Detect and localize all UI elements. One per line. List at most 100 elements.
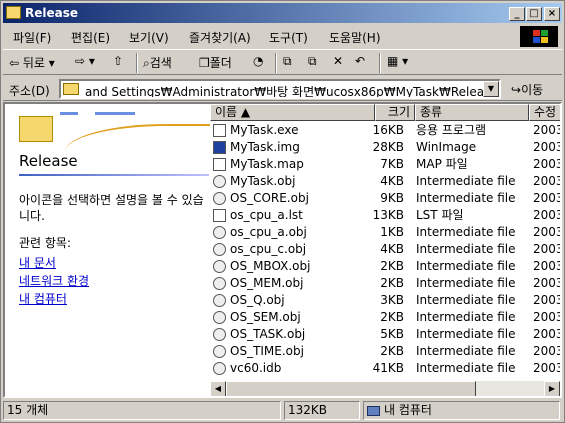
undo-button[interactable]: ↶ bbox=[355, 54, 365, 68]
address-value: and Settings₩Administrator₩바탕 화면₩ucosx86… bbox=[85, 85, 498, 99]
decor-line bbox=[60, 112, 78, 115]
menu-edit[interactable]: 편집(E) bbox=[71, 29, 110, 46]
copy-to-button[interactable]: ⧉ bbox=[308, 54, 317, 69]
file-type: Intermediate file bbox=[416, 276, 516, 290]
status-location: 내 컴퓨터 bbox=[363, 401, 560, 420]
toolbar-separator bbox=[379, 53, 381, 73]
toolbar-separator bbox=[275, 53, 277, 73]
go-label: 이동 bbox=[521, 83, 544, 97]
go-button[interactable]: ↪이동 bbox=[511, 81, 543, 98]
file-row[interactable]: OS_SEM.obj 2KB Intermediate file 2003- bbox=[210, 309, 560, 326]
menu-help[interactable]: 도움말(H) bbox=[329, 29, 381, 46]
file-row[interactable]: OS_TIME.obj 2KB Intermediate file 2003- bbox=[210, 343, 560, 360]
folders-label: 폴더 bbox=[209, 56, 232, 70]
column-name-label: 이름 bbox=[215, 105, 238, 119]
file-row[interactable]: os_cpu_a.obj 1KB Intermediate file 2003- bbox=[210, 224, 560, 241]
obj-icon bbox=[213, 277, 226, 290]
column-header-size[interactable]: 크기 bbox=[375, 104, 415, 121]
maximize-button[interactable]: □ bbox=[526, 7, 542, 21]
title-bar[interactable]: Release _ □ × bbox=[3, 3, 562, 23]
obj-icon bbox=[213, 294, 226, 307]
history-button[interactable]: ◔ bbox=[253, 54, 263, 68]
file-row[interactable]: os_cpu_a.lst 13KB LST 파일 2003- bbox=[210, 207, 560, 224]
menu-bar: 파일(F) 편집(E) 보기(V) 즐겨찾기(A) 도구(T) 도움말(H) bbox=[3, 25, 562, 47]
obj-icon bbox=[213, 362, 226, 375]
column-header-name[interactable]: 이름 ▲ bbox=[210, 104, 375, 121]
file-name: MyTask.map bbox=[230, 157, 304, 171]
horizontal-scrollbar[interactable]: ◀ ▶ bbox=[210, 381, 560, 396]
file-modified: 2003- bbox=[533, 191, 560, 205]
folders-button[interactable]: ❐폴더 bbox=[199, 54, 232, 71]
sort-ascending-icon: ▲ bbox=[240, 105, 251, 119]
explorer-window: Release _ □ × 파일(F) 편집(E) 보기(V) 즐겨찾기(A) … bbox=[0, 0, 565, 423]
chevron-down-icon[interactable]: ▼ bbox=[483, 81, 499, 97]
file-name: os_cpu_a.lst bbox=[230, 208, 303, 222]
folder-icon bbox=[19, 116, 53, 142]
column-header-type[interactable]: 종류 bbox=[415, 104, 529, 121]
search-button[interactable]: ⌕검색 bbox=[143, 54, 172, 71]
file-type: Intermediate file bbox=[416, 225, 516, 239]
forward-button[interactable]: ⇨ ▾ bbox=[75, 54, 95, 68]
file-size: 5KB bbox=[380, 327, 404, 341]
file-row[interactable]: OS_Q.obj 3KB Intermediate file 2003- bbox=[210, 292, 560, 309]
file-row[interactable]: OS_CORE.obj 9KB Intermediate file 2003- bbox=[210, 190, 560, 207]
link-my-computer[interactable]: 내 컴퓨터 bbox=[19, 290, 67, 307]
close-button[interactable]: × bbox=[544, 7, 560, 21]
views-icon: ▦ bbox=[387, 54, 399, 68]
link-network-places[interactable]: 네트워크 환경 bbox=[19, 272, 89, 289]
file-name: os_cpu_a.obj bbox=[230, 225, 307, 239]
file-name: os_cpu_c.obj bbox=[230, 242, 307, 256]
move-to-icon: ⧉ bbox=[283, 54, 292, 68]
file-name: vc60.idb bbox=[230, 361, 282, 375]
file-type: Intermediate file bbox=[416, 293, 516, 307]
file-row[interactable]: MyTask.map 7KB MAP 파일 2003- bbox=[210, 156, 560, 173]
file-row[interactable]: MyTask.img 28KB WinImage 2003- bbox=[210, 139, 560, 156]
window-title: Release bbox=[25, 6, 79, 20]
scroll-right-icon[interactable]: ▶ bbox=[544, 381, 560, 396]
file-row[interactable]: MyTask.exe 16KB 응용 프로그램 2003- bbox=[210, 122, 560, 139]
menu-favorites[interactable]: 즐겨찾기(A) bbox=[189, 29, 251, 46]
link-my-documents[interactable]: 내 문서 bbox=[19, 254, 56, 271]
menu-tools[interactable]: 도구(T) bbox=[269, 29, 308, 46]
file-name: OS_Q.obj bbox=[230, 293, 285, 307]
delete-button[interactable]: ✕ bbox=[333, 54, 343, 68]
file-size: 2KB bbox=[380, 259, 404, 273]
folder-icon bbox=[63, 83, 79, 95]
menu-file[interactable]: 파일(F) bbox=[13, 29, 51, 46]
file-modified: 2003- bbox=[533, 225, 560, 239]
scroll-left-icon[interactable]: ◀ bbox=[210, 381, 226, 396]
up-folder-button[interactable]: ⇧ bbox=[113, 54, 123, 68]
minimize-button[interactable]: _ bbox=[509, 7, 525, 21]
scroll-thumb[interactable] bbox=[226, 381, 476, 396]
back-arrow-icon: ⇦ bbox=[9, 56, 20, 70]
folders-icon: ❐ bbox=[199, 56, 210, 70]
file-size: 7KB bbox=[380, 157, 404, 171]
file-row[interactable]: MyTask.obj 4KB Intermediate file 2003- bbox=[210, 173, 560, 190]
back-button[interactable]: ⇦ 뒤로 ▾ bbox=[9, 54, 55, 71]
file-size: 3KB bbox=[380, 293, 404, 307]
views-button[interactable]: ▦ ▾ bbox=[387, 54, 408, 68]
go-arrow-icon: ↪ bbox=[511, 83, 522, 97]
column-header-modified[interactable]: 수정 bbox=[529, 104, 560, 121]
file-modified: 2003- bbox=[533, 140, 560, 154]
file-row[interactable]: OS_MEM.obj 2KB Intermediate file 2003- bbox=[210, 275, 560, 292]
file-type: Intermediate file bbox=[416, 327, 516, 341]
file-row[interactable]: OS_TASK.obj 5KB Intermediate file 2003- bbox=[210, 326, 560, 343]
file-row[interactable]: OS_MBOX.obj 2KB Intermediate file 2003- bbox=[210, 258, 560, 275]
img-icon bbox=[213, 141, 226, 154]
task-pane: Release 아이콘을 선택하면 설명을 볼 수 있습니다. 관련 항목: 내… bbox=[5, 104, 210, 396]
file-row[interactable]: vc60.idb 41KB Intermediate file 2003- bbox=[210, 360, 560, 377]
status-count: 15 개체 bbox=[3, 401, 281, 420]
file-type: Intermediate file bbox=[416, 191, 516, 205]
file-name: OS_MEM.obj bbox=[230, 276, 304, 290]
address-input[interactable]: and Settings₩Administrator₩바탕 화면₩ucosx86… bbox=[59, 79, 501, 99]
obj-icon bbox=[213, 311, 226, 324]
file-row[interactable]: os_cpu_c.obj 4KB Intermediate file 2003- bbox=[210, 241, 560, 258]
menu-view[interactable]: 보기(V) bbox=[129, 29, 169, 46]
file-type: Intermediate file bbox=[416, 344, 516, 358]
move-to-button[interactable]: ⧉ bbox=[283, 54, 292, 69]
back-label: 뒤로 bbox=[22, 56, 45, 70]
file-size: 16KB bbox=[372, 123, 404, 137]
file-size: 41KB bbox=[372, 361, 404, 375]
decor-arc bbox=[65, 124, 210, 164]
